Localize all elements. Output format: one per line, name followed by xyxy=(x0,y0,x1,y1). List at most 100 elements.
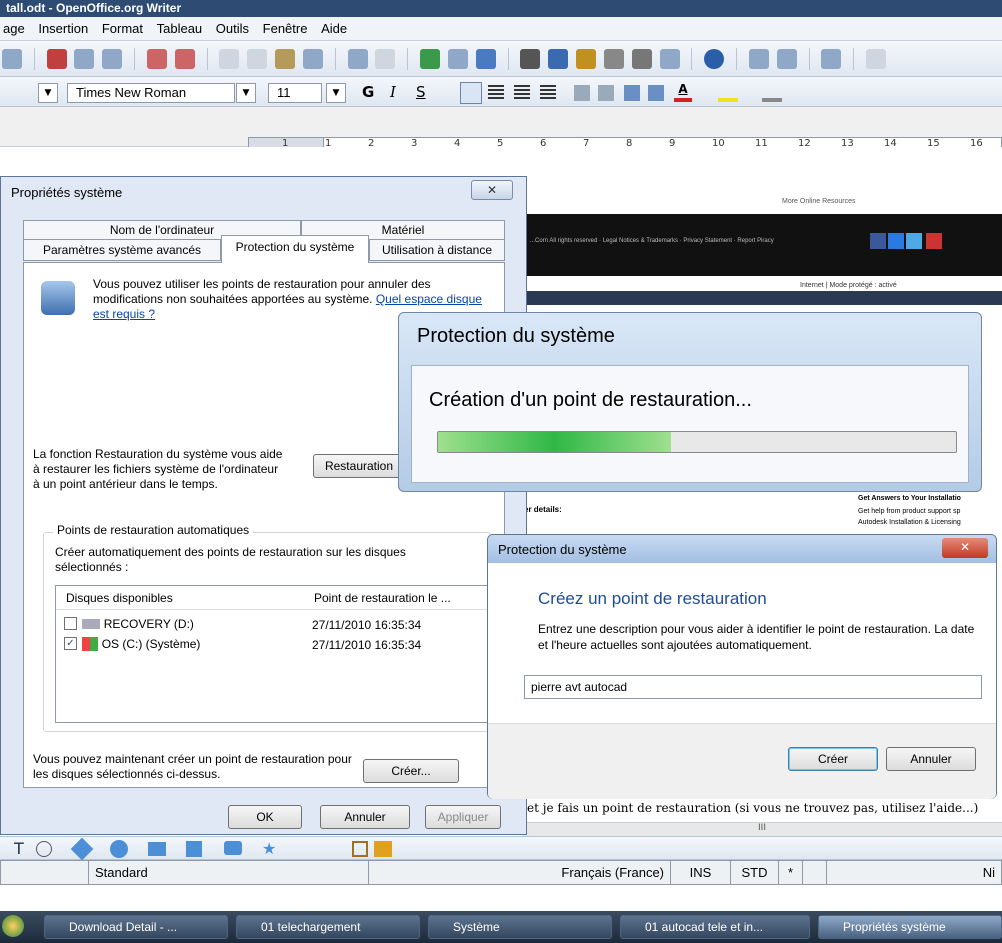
horizontal-scrollbar[interactable]: III xyxy=(522,822,1002,836)
os-checkbox[interactable]: ✓ xyxy=(64,637,77,651)
tab-protection-systeme[interactable]: Protection du système xyxy=(221,235,369,263)
copy-icon[interactable] xyxy=(247,49,268,69)
align-icon[interactable] xyxy=(821,49,842,69)
font-size-field[interactable]: 11 xyxy=(268,83,322,103)
column-header-restore-point[interactable]: Point de restauration le ... xyxy=(314,588,484,608)
create-confirm-button[interactable]: Créer xyxy=(788,747,878,771)
decrease-indent-icon[interactable] xyxy=(624,85,640,101)
edit-file-icon[interactable] xyxy=(2,49,22,69)
highlight-icon[interactable] xyxy=(718,82,738,102)
bullets-icon[interactable] xyxy=(776,49,797,69)
menu-item-outils[interactable]: Outils xyxy=(216,21,249,36)
formatting-marks-icon[interactable] xyxy=(631,49,652,69)
start-orb-icon[interactable] xyxy=(2,915,24,937)
facebook-icon xyxy=(870,233,886,249)
style-dropdown-arrow[interactable]: ▼ xyxy=(38,83,58,103)
bold-button[interactable]: G xyxy=(362,83,380,101)
back-arrow-icon[interactable] xyxy=(865,49,886,69)
page-preview-icon[interactable] xyxy=(102,49,123,69)
taskbar-item-autocad[interactable]: 01 autocad tele et in... xyxy=(620,915,810,939)
frame-icon[interactable] xyxy=(352,841,368,857)
symbol-shapes-icon[interactable] xyxy=(110,840,128,858)
italic-button[interactable]: I xyxy=(390,83,408,101)
align-center-icon[interactable] xyxy=(488,85,504,101)
apply-button[interactable]: Appliquer xyxy=(425,805,501,829)
gallery-toggle-icon[interactable] xyxy=(374,841,392,857)
spellcheck-icon[interactable] xyxy=(146,49,167,69)
text-tool-icon[interactable]: T xyxy=(14,839,24,858)
restore-description-input[interactable]: pierre avt autocad xyxy=(524,675,982,699)
justify-icon[interactable] xyxy=(540,85,556,101)
recovery-checkbox[interactable] xyxy=(64,617,77,631)
font-color-icon[interactable]: A xyxy=(674,82,692,102)
close-button[interactable]: ✕ xyxy=(471,180,513,200)
menu-item-tableau[interactable]: Tableau xyxy=(157,21,203,36)
menu-item-fenetre[interactable]: Fenêtre xyxy=(263,21,308,36)
ok-button[interactable]: OK xyxy=(228,805,302,829)
underline-button[interactable]: S xyxy=(416,83,434,101)
align-right-icon[interactable] xyxy=(514,85,530,101)
gallery-icon[interactable] xyxy=(576,49,597,69)
restore-button-label: Restauration xyxy=(324,459,394,473)
disk-row-os[interactable]: ✓ OS (C:) (Système) 27/11/2010 16:35:34 xyxy=(64,636,484,656)
export-pdf-icon[interactable] xyxy=(46,49,67,69)
help-icon[interactable] xyxy=(704,49,725,69)
status-std[interactable]: STD xyxy=(730,860,779,885)
callouts-icon[interactable] xyxy=(224,841,242,855)
font-size-arrow[interactable]: ▼ xyxy=(326,83,346,103)
navigator-icon[interactable] xyxy=(548,49,569,69)
twitter-icon xyxy=(906,233,922,249)
background-color-icon[interactable] xyxy=(762,82,782,102)
stars-icon[interactable]: ★ xyxy=(262,839,276,858)
taskbar-item-telechargement[interactable]: 01 telechargement xyxy=(236,915,420,939)
taskbar-item-systeme[interactable]: Système xyxy=(428,915,612,939)
flowchart-icon[interactable] xyxy=(186,841,202,857)
cancel-button[interactable]: Annuler xyxy=(320,805,410,829)
numbering-icon[interactable] xyxy=(748,49,769,69)
status-page-cell xyxy=(0,860,89,885)
numbering-on-off-icon[interactable] xyxy=(574,85,590,101)
group-description: Créer automatiquement des points de rest… xyxy=(55,545,406,574)
hyperlink-icon[interactable] xyxy=(420,49,441,69)
system-protection-icon xyxy=(41,281,75,315)
status-language[interactable]: Français (France) xyxy=(368,860,671,885)
create-button[interactable]: Créer... xyxy=(363,759,459,783)
print-icon[interactable] xyxy=(74,49,95,69)
undo-icon[interactable] xyxy=(347,49,368,69)
menu-item-format[interactable]: Format xyxy=(102,21,143,36)
autospellcheck-icon[interactable] xyxy=(174,49,195,69)
table-icon[interactable] xyxy=(447,49,468,69)
tab-utilisation-distance[interactable]: Utilisation à distance xyxy=(369,239,505,261)
formatting-toolbar: ▼ Times New Roman ▼ 11 ▼ G I S A xyxy=(0,77,1002,107)
taskbar-item-download[interactable]: Download Detail - ... xyxy=(44,915,228,939)
shapes-icon[interactable] xyxy=(70,837,94,861)
disk-row-recovery[interactable]: RECOVERY (D:) 27/11/2010 16:35:34 xyxy=(64,616,484,636)
cut-icon[interactable] xyxy=(219,49,240,69)
create-dialog-close-button[interactable]: ✕ xyxy=(942,538,988,558)
show-draw-functions-icon[interactable] xyxy=(475,49,496,69)
status-style[interactable]: Standard xyxy=(88,860,369,885)
align-left-icon[interactable] xyxy=(460,82,482,104)
redo-icon[interactable] xyxy=(375,49,396,69)
zoom-icon[interactable] xyxy=(659,49,680,69)
font-name-field[interactable]: Times New Roman xyxy=(67,83,235,103)
taskbar-item-proprietes[interactable]: Propriétés système xyxy=(818,915,1002,939)
increase-indent-icon[interactable] xyxy=(648,85,664,101)
font-name-arrow[interactable]: ▼ xyxy=(236,83,256,103)
column-header-disks[interactable]: Disques disponibles xyxy=(66,588,306,608)
find-replace-icon[interactable] xyxy=(520,49,541,69)
menu-item-aide[interactable]: Aide xyxy=(321,21,347,36)
bullets-on-off-icon[interactable] xyxy=(598,85,614,101)
create-cancel-button[interactable]: Annuler xyxy=(886,747,976,771)
tab-parametres-avances[interactable]: Paramètres système avancés xyxy=(23,239,221,261)
menu-item-insertion[interactable]: Insertion xyxy=(38,21,88,36)
restore-button[interactable]: Restauration xyxy=(313,454,405,478)
callout-icon[interactable] xyxy=(36,841,52,857)
paste-icon[interactable] xyxy=(275,49,296,69)
status-ins[interactable]: INS xyxy=(670,860,731,885)
toolbar-separator xyxy=(407,48,409,70)
data-sources-icon[interactable] xyxy=(603,49,624,69)
block-arrows-icon[interactable] xyxy=(148,842,166,856)
clone-formatting-icon[interactable] xyxy=(302,49,323,69)
menu-item-page[interactable]: age xyxy=(3,21,25,36)
